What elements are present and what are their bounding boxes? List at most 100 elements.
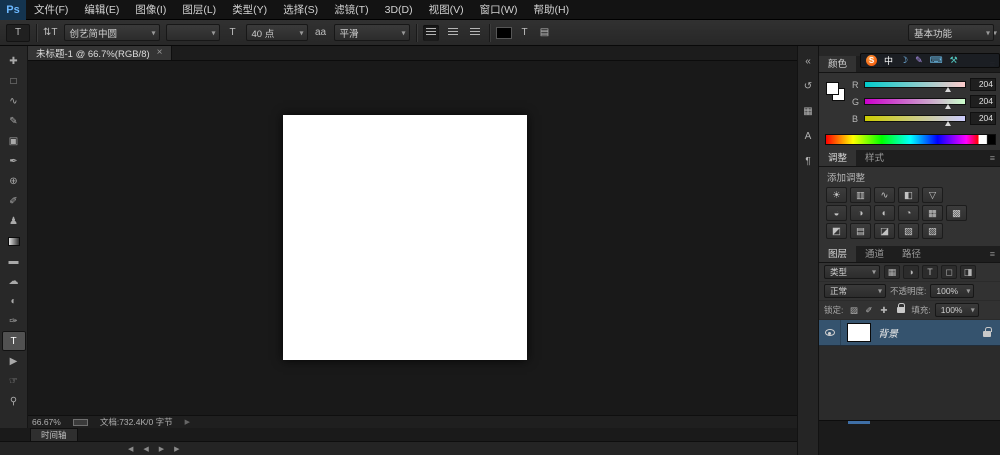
foreground-color-swatch[interactable]: [826, 82, 839, 95]
horizontal-type-tool[interactable]: T: [2, 331, 26, 351]
tab-adjustments[interactable]: 调整: [819, 150, 856, 166]
vibrance-icon[interactable]: ▽: [922, 187, 943, 203]
timeline-next-frame-icon[interactable]: ▶: [174, 445, 179, 453]
panel-menu-icon[interactable]: ≡: [990, 150, 1000, 166]
sogou-logo[interactable]: S: [866, 55, 877, 66]
blur-tool[interactable]: ☁: [2, 271, 26, 291]
menu-filter[interactable]: 滤镜(T): [326, 0, 376, 20]
pen-tool[interactable]: ✑: [2, 311, 26, 331]
green-slider[interactable]: [864, 98, 966, 105]
hand-tool[interactable]: ☞: [2, 371, 26, 391]
input-language-toggle[interactable]: 中: [884, 54, 893, 67]
color-lookup-icon[interactable]: ▩: [946, 205, 967, 221]
green-value-field[interactable]: 204: [970, 95, 996, 108]
font-size-select[interactable]: 40 点: [246, 24, 308, 41]
toolbox-icon[interactable]: ⚒: [950, 55, 958, 66]
quick-selection-tool[interactable]: ✎: [2, 111, 26, 131]
opacity-field[interactable]: 100%: [930, 284, 974, 298]
tab-styles[interactable]: 样式: [856, 150, 893, 166]
document-tab[interactable]: 未标题-1 @ 66.7%(RGB/8) ×: [28, 46, 172, 60]
history-panel-icon[interactable]: ↺: [799, 79, 817, 94]
menu-type[interactable]: 类型(Y): [224, 0, 275, 20]
brightness-contrast-icon[interactable]: ☀: [826, 187, 847, 203]
filter-adjustment-layers-icon[interactable]: ◑: [903, 265, 919, 279]
menu-help[interactable]: 帮助(H): [526, 0, 578, 20]
selective-color-icon[interactable]: ▨: [922, 223, 943, 239]
path-selection-tool[interactable]: ▶: [2, 351, 26, 371]
lock-transparent-pixels-icon[interactable]: ▨: [847, 304, 860, 317]
menu-image[interactable]: 图像(I): [127, 0, 174, 20]
menu-3d[interactable]: 3D(D): [377, 0, 421, 20]
layer-filter-type-select[interactable]: 类型: [824, 265, 880, 279]
color-balance-icon[interactable]: ◑: [850, 205, 871, 221]
blue-slider-thumb[interactable]: [945, 121, 951, 126]
menu-file[interactable]: 文件(F): [26, 0, 76, 20]
red-slider[interactable]: [864, 81, 966, 88]
timeline-prev-frame-icon[interactable]: ◀: [143, 445, 148, 453]
menu-layer[interactable]: 图层(L): [174, 0, 224, 20]
spot-healing-brush-tool[interactable]: ⊕: [2, 171, 26, 191]
layer-visibility-toggle[interactable]: [819, 320, 841, 345]
threshold-icon[interactable]: ◪: [874, 223, 895, 239]
eraser-tool[interactable]: ▬: [2, 251, 26, 271]
menu-select[interactable]: 选择(S): [275, 0, 326, 20]
channel-mixer-icon[interactable]: ▦: [922, 205, 943, 221]
photo-filter-icon[interactable]: ◔: [898, 205, 919, 221]
tab-paths[interactable]: 路径: [893, 246, 930, 262]
blue-slider[interactable]: [864, 115, 966, 122]
gradient-tool[interactable]: [2, 231, 26, 251]
text-orientation-icon[interactable]: ⇅T: [43, 25, 58, 41]
filter-type-layers-icon[interactable]: T: [922, 265, 938, 279]
panel-resize-accent[interactable]: [848, 421, 870, 424]
gradient-map-icon[interactable]: ▧: [898, 223, 919, 239]
clone-stamp-tool[interactable]: ♟: [2, 211, 26, 231]
menu-view[interactable]: 视图(V): [421, 0, 472, 20]
warp-text-icon[interactable]: T: [518, 25, 532, 41]
align-right-button[interactable]: [467, 25, 483, 41]
lasso-tool[interactable]: ∿: [2, 91, 26, 111]
align-left-button[interactable]: [423, 25, 439, 41]
tab-channels[interactable]: 通道: [856, 246, 893, 262]
close-icon[interactable]: ×: [157, 48, 163, 58]
lock-all-icon[interactable]: [894, 304, 907, 317]
character-panel-icon[interactable]: A: [799, 129, 817, 144]
lock-position-icon[interactable]: ✚: [877, 304, 890, 317]
font-family-select[interactable]: 创艺简中圆: [64, 24, 160, 41]
filter-shape-layers-icon[interactable]: ◻: [941, 265, 957, 279]
lock-image-pixels-icon[interactable]: ✐: [862, 304, 875, 317]
foreground-background-swatches[interactable]: [826, 82, 848, 104]
tab-layers[interactable]: 图层: [819, 246, 856, 262]
fill-field[interactable]: 100%: [935, 303, 979, 317]
blend-mode-select[interactable]: 正常: [824, 284, 886, 298]
timeline-play-icon[interactable]: ▶: [159, 445, 164, 453]
crop-tool[interactable]: ▣: [2, 131, 26, 151]
red-value-field[interactable]: 204: [970, 78, 996, 91]
dodge-tool[interactable]: ◐: [2, 291, 26, 311]
expand-panels-icon[interactable]: «: [799, 54, 817, 69]
color-spectrum-ramp[interactable]: [825, 134, 996, 145]
levels-icon[interactable]: ▥: [850, 187, 871, 203]
canvas[interactable]: [283, 115, 527, 360]
workspace-select[interactable]: 基本功能: [908, 24, 994, 41]
text-color-swatch[interactable]: [496, 27, 512, 39]
blue-value-field[interactable]: 204: [970, 112, 996, 125]
invert-icon[interactable]: ◩: [826, 223, 847, 239]
timeline-first-frame-icon[interactable]: ◀: [128, 445, 133, 453]
anti-alias-select[interactable]: 平滑: [334, 24, 410, 41]
layer-row-background[interactable]: 背景: [819, 320, 1000, 346]
pen-icon[interactable]: ✎: [915, 55, 923, 66]
hue-saturation-icon[interactable]: ◒: [826, 205, 847, 221]
black-white-icon[interactable]: ◐: [874, 205, 895, 221]
panel-menu-icon[interactable]: ≡: [990, 246, 1000, 262]
menu-edit[interactable]: 编辑(E): [76, 0, 127, 20]
toggle-panels-icon[interactable]: ▤: [538, 25, 552, 41]
timeline-tab[interactable]: 时间轴: [30, 428, 78, 441]
tool-preset-picker[interactable]: T: [6, 24, 30, 42]
tab-color[interactable]: 颜色: [819, 56, 856, 72]
menu-window[interactable]: 窗口(W): [472, 0, 526, 20]
exposure-icon[interactable]: ◧: [898, 187, 919, 203]
rectangular-marquee-tool[interactable]: □: [2, 71, 26, 91]
curves-icon[interactable]: ∿: [874, 187, 895, 203]
filter-pixel-layers-icon[interactable]: ▦: [884, 265, 900, 279]
move-tool[interactable]: ✚: [2, 51, 26, 71]
